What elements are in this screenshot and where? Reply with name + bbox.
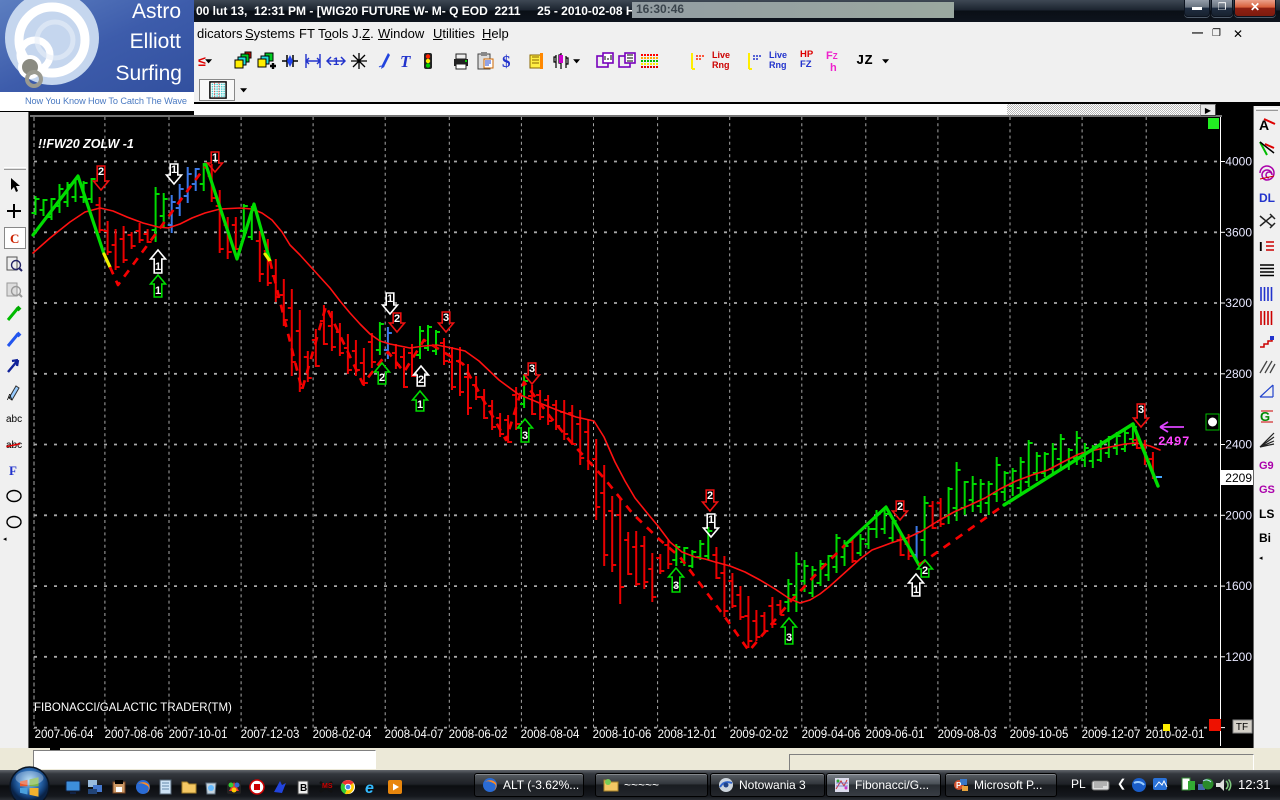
svg-text:B: B xyxy=(300,783,307,794)
svg-text:$: $ xyxy=(502,52,511,71)
svg-text:MS: MS xyxy=(322,783,333,790)
svg-text:1600: 1600 xyxy=(1225,579,1252,593)
svg-text:1: 1 xyxy=(913,584,919,596)
svg-text:2: 2 xyxy=(922,565,928,577)
svg-text:I: I xyxy=(1259,239,1263,254)
svg-text:2400: 2400 xyxy=(1225,438,1252,452)
svg-text:2007-10-01: 2007-10-01 xyxy=(169,729,228,741)
svg-text:2: 2 xyxy=(418,374,424,386)
svg-text:!!FW20 ZOLW -1: !!FW20 ZOLW -1 xyxy=(38,137,134,151)
svg-text:2009-10-05: 2009-10-05 xyxy=(1010,729,1069,741)
svg-text:2007-12-03: 2007-12-03 xyxy=(241,729,300,741)
svg-text:3: 3 xyxy=(522,430,528,442)
svg-text:2009-12-07: 2009-12-07 xyxy=(1082,729,1141,741)
svg-text:2008-12-01: 2008-12-01 xyxy=(658,729,717,741)
svg-text:2009-04-06: 2009-04-06 xyxy=(802,729,861,741)
svg-text:2010-02-01: 2010-02-01 xyxy=(1146,729,1205,741)
svg-text:2008-10-06: 2008-10-06 xyxy=(593,729,652,741)
svg-text:LS: LS xyxy=(1259,507,1274,521)
svg-text:G9: G9 xyxy=(1259,460,1274,472)
svg-text:2800: 2800 xyxy=(1225,367,1252,381)
svg-text:1200: 1200 xyxy=(1225,650,1252,664)
svg-text:Elliott: Elliott xyxy=(130,30,182,53)
svg-text:e: e xyxy=(365,780,374,795)
svg-text:3: 3 xyxy=(443,312,449,324)
svg-text:TF: TF xyxy=(1236,722,1248,733)
svg-text:2008-06-02: 2008-06-02 xyxy=(449,729,508,741)
svg-text:2: 2 xyxy=(707,490,713,502)
svg-text:GS: GS xyxy=(1259,484,1275,496)
svg-text:2497: 2497 xyxy=(1158,435,1190,449)
svg-text:1: 1 xyxy=(155,285,161,297)
svg-text:T: T xyxy=(400,52,411,71)
svg-text:1: 1 xyxy=(171,164,177,176)
svg-text:2008-04-07: 2008-04-07 xyxy=(385,729,444,741)
svg-text:4000: 4000 xyxy=(1225,155,1252,169)
svg-text:Surfing: Surfing xyxy=(115,62,182,85)
svg-text:C: C xyxy=(10,231,19,246)
svg-text:2009-02-02: 2009-02-02 xyxy=(730,729,789,741)
svg-text:DL: DL xyxy=(1259,191,1275,205)
svg-text:3: 3 xyxy=(1138,404,1144,416)
svg-text:1: 1 xyxy=(387,293,393,305)
svg-text:2: 2 xyxy=(897,501,903,513)
svg-text:P: P xyxy=(956,781,962,790)
svg-text:FIBONACCI/GALACTIC TRADER(TM): FIBONACCI/GALACTIC TRADER(TM) xyxy=(34,702,232,714)
svg-text:1: 1 xyxy=(417,399,423,411)
svg-text:3600: 3600 xyxy=(1225,225,1252,239)
svg-text:2008-08-04: 2008-08-04 xyxy=(521,729,580,741)
svg-text:2009-06-01: 2009-06-01 xyxy=(866,729,925,741)
svg-text:2008-02-04: 2008-02-04 xyxy=(313,729,372,741)
svg-text:2: 2 xyxy=(379,372,385,384)
svg-text:2007-06-04: 2007-06-04 xyxy=(35,729,94,741)
svg-text:3: 3 xyxy=(786,632,792,644)
svg-text:Bi: Bi xyxy=(1259,531,1271,545)
svg-text:2000: 2000 xyxy=(1225,508,1252,522)
svg-text:abc: abc xyxy=(6,414,22,425)
svg-text:2209: 2209 xyxy=(1225,471,1252,485)
svg-text:Astro: Astro xyxy=(132,0,181,23)
svg-text:3200: 3200 xyxy=(1225,296,1252,310)
svg-text:1: 1 xyxy=(333,56,339,68)
svg-text:A: A xyxy=(7,393,13,402)
svg-text:2: 2 xyxy=(98,166,104,178)
svg-text:2007-08-06: 2007-08-06 xyxy=(105,729,164,741)
svg-text:3: 3 xyxy=(673,580,679,592)
svg-text:3: 3 xyxy=(529,363,535,375)
svg-text:2009-08-03: 2009-08-03 xyxy=(938,729,997,741)
svg-text:1: 1 xyxy=(212,152,218,164)
svg-text:2: 2 xyxy=(394,313,400,325)
svg-text:F: F xyxy=(9,463,17,478)
svg-text:1: 1 xyxy=(155,261,161,273)
svg-text:1: 1 xyxy=(708,514,714,526)
